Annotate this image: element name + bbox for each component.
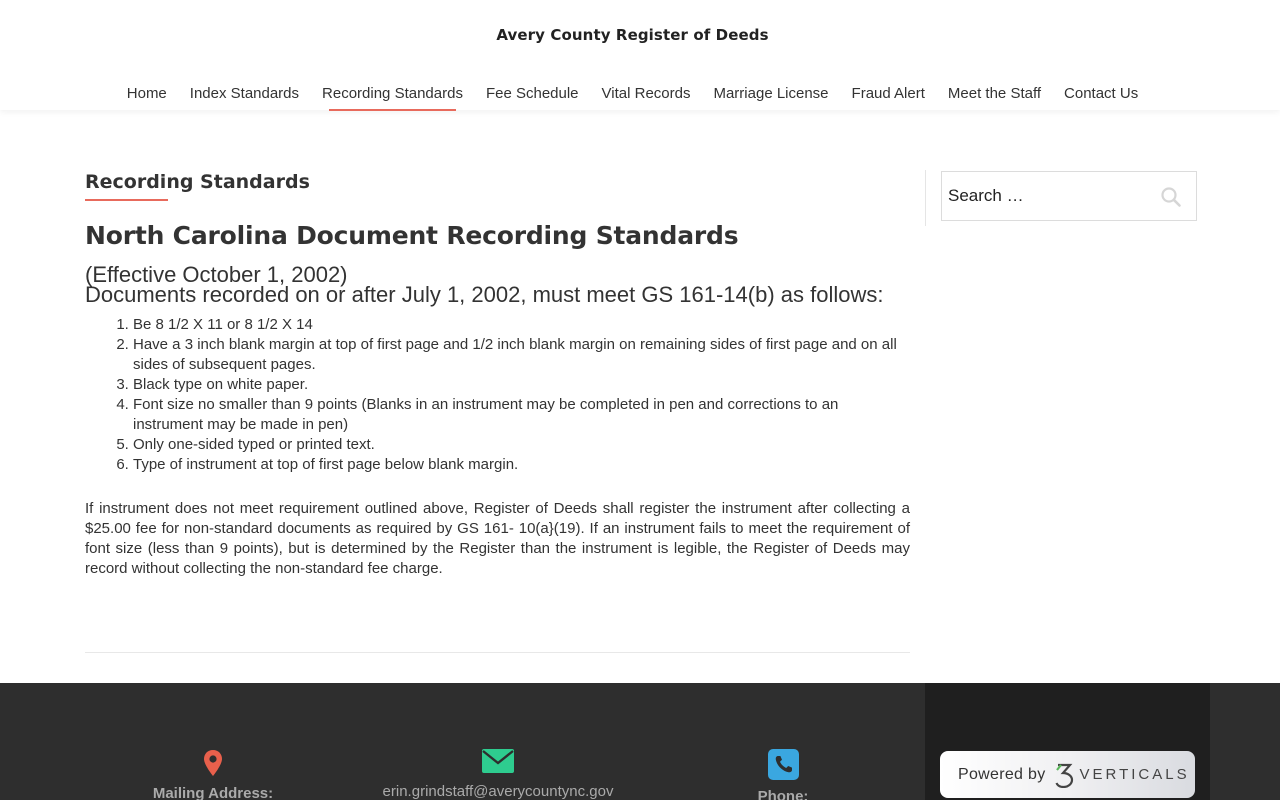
verticals-logo-icon — [1054, 763, 1073, 788]
nav-item-marriage-license[interactable]: Marriage License — [702, 84, 840, 110]
list-item: Black type on white paper. — [133, 375, 910, 395]
list-item: Font size no smaller than 9 points (Blan… — [133, 395, 910, 435]
footer-phone: Phone: — [743, 749, 823, 800]
page-title: Recording Standards — [85, 171, 310, 201]
email-address[interactable]: erin.grindstaff@averycountync.gov — [368, 783, 628, 800]
list-item: Only one-sided typed or printed text. — [133, 435, 910, 455]
site-header: Avery County Register of Deeds Home Inde… — [0, 0, 1280, 111]
list-item: Have a 3 inch blank margin at top of fir… — [133, 335, 910, 375]
site-title[interactable]: Avery County Register of Deeds — [0, 26, 1265, 44]
list-item: Be 8 1/2 X 11 or 8 1/2 X 14 — [133, 315, 910, 335]
fee-paragraph: If instrument does not meet requirement … — [85, 500, 910, 577]
list-item: Type of instrument at top of first page … — [133, 455, 910, 475]
main-content: Recording Standards North Carolina Docum… — [85, 160, 910, 579]
footer-mailing: Mailing Address: — [133, 749, 293, 800]
phone-label: Phone: — [757, 788, 809, 800]
document-heading: North Carolina Document Recording Standa… — [85, 221, 739, 250]
nav-item-contact-us[interactable]: Contact Us — [1053, 84, 1150, 110]
verticals-brand: VERTICALS — [1079, 766, 1190, 783]
phone-icon — [767, 749, 799, 780]
powered-by-badge[interactable]: Powered by VERTICALS — [940, 751, 1195, 798]
nav-item-vital-records[interactable]: Vital Records — [590, 84, 702, 110]
search-form — [941, 171, 1197, 221]
sidebar-divider — [925, 170, 926, 226]
nav-item-fee-schedule[interactable]: Fee Schedule — [474, 84, 590, 110]
search-icon[interactable] — [1160, 186, 1182, 208]
nav-item-recording-standards[interactable]: Recording Standards — [311, 84, 475, 111]
nav-item-home[interactable]: Home — [115, 84, 178, 110]
requirements-intro: Documents recorded on or after July 1, 2… — [85, 282, 884, 307]
standards-list: Be 8 1/2 X 11 or 8 1/2 X 14 Have a 3 inc… — [85, 315, 910, 475]
map-pin-icon — [204, 750, 222, 776]
mailing-address-label: Mailing Address: — [152, 785, 274, 800]
content-divider — [85, 652, 910, 653]
email-icon — [482, 749, 514, 773]
powered-by-text: Powered by — [958, 765, 1046, 783]
footer-email: erin.grindstaff@averycountync.gov — [368, 749, 628, 800]
search-input[interactable] — [942, 172, 1152, 220]
nav-item-index-standards[interactable]: Index Standards — [178, 84, 310, 110]
nav-item-fraud-alert[interactable]: Fraud Alert — [840, 84, 936, 110]
main-nav: Home Index Standards Recording Standards… — [0, 84, 1265, 111]
nav-item-meet-the-staff[interactable]: Meet the Staff — [936, 84, 1052, 110]
